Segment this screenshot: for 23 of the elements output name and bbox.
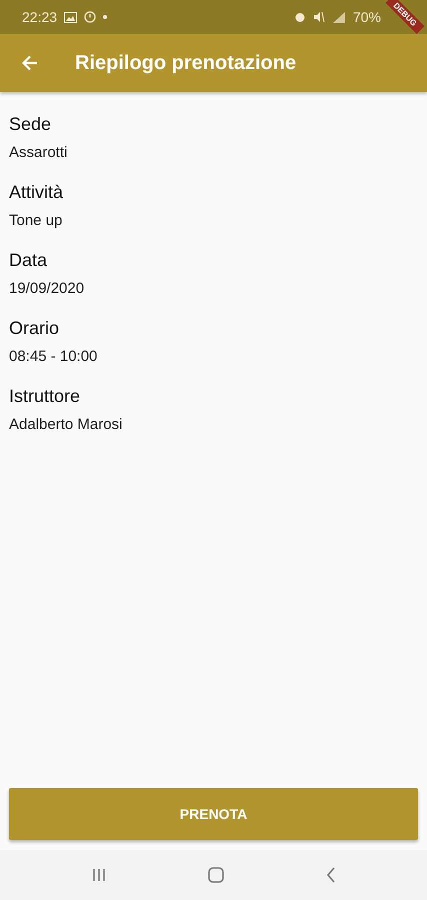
status-time: 22:23 bbox=[22, 9, 58, 25]
screen-title: Riepilogo prenotazione bbox=[75, 52, 296, 74]
clock-icon bbox=[84, 11, 96, 23]
field-label: Orario bbox=[9, 318, 60, 339]
field-value: Assarotti bbox=[9, 144, 68, 161]
image-icon bbox=[64, 12, 78, 22]
back-nav-icon[interactable] bbox=[326, 867, 336, 883]
home-icon[interactable] bbox=[208, 867, 224, 883]
field-value: Tone up bbox=[9, 212, 64, 229]
book-button[interactable]: PRENOTA bbox=[9, 788, 418, 840]
field-label: Attività bbox=[9, 182, 64, 203]
mute-icon bbox=[312, 11, 325, 23]
battery-level: 70% bbox=[352, 9, 381, 25]
recent-apps-icon[interactable] bbox=[90, 868, 107, 882]
signal-icon bbox=[332, 11, 346, 23]
field-label: Data bbox=[9, 250, 48, 271]
dot-icon bbox=[103, 15, 108, 19]
field-label: Sede bbox=[9, 114, 52, 135]
back-arrow-icon bbox=[20, 53, 40, 73]
field-value: 19/09/2020 bbox=[9, 280, 86, 297]
field-label: Istruttore bbox=[9, 386, 82, 407]
field-value: Adalberto Marosi bbox=[9, 416, 124, 433]
field-value: 08:45 - 10:00 bbox=[9, 348, 98, 365]
